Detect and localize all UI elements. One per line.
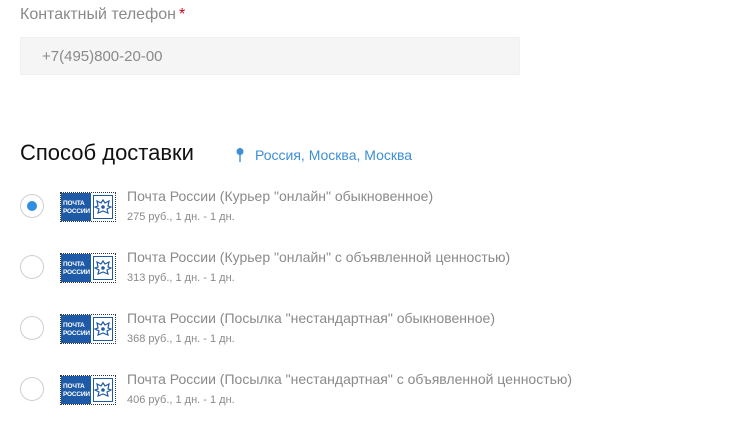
eagle-icon — [93, 195, 113, 219]
eagle-icon — [93, 317, 113, 341]
delivery-title: Способ доставки — [20, 140, 194, 165]
delivery-option[interactable]: ПОЧТА РОССИИ Почта России (Курьер "онлайн… — [20, 249, 720, 299]
delivery-option-radio[interactable] — [20, 316, 44, 340]
delivery-option-price: 275 руб., 1 дн. - 1 дн. — [127, 211, 235, 223]
delivery-option[interactable]: ПОЧТА РОССИИ Почта России (Посылка "неста… — [20, 371, 720, 421]
delivery-option[interactable]: ПОЧТА РОССИИ Почта России (Курьер "онлайн… — [20, 188, 720, 238]
delivery-option-name: Почта России (Посылка "нестандартная" об… — [127, 310, 495, 326]
logo-text: ПОЧТА РОССИИ — [61, 193, 91, 221]
delivery-option[interactable]: ПОЧТА РОССИИ Почта России (Посылка "неста… — [20, 310, 720, 360]
pochta-rossii-logo: ПОЧТА РОССИИ — [60, 253, 116, 283]
logo-text: ПОЧТА РОССИИ — [61, 254, 91, 282]
phone-label-text: Контактный телефон — [20, 6, 176, 23]
map-pin-icon — [236, 148, 244, 162]
pochta-rossii-logo: ПОЧТА РОССИИ — [60, 375, 116, 405]
pochta-rossii-logo: ПОЧТА РОССИИ — [60, 314, 116, 344]
delivery-option-price: 313 руб., 1 дн. - 1 дн. — [127, 272, 235, 284]
eagle-icon — [93, 378, 113, 402]
phone-label: Контактный телефон * — [20, 6, 185, 24]
delivery-option-radio[interactable] — [20, 377, 44, 401]
logo-text: ПОЧТА РОССИИ — [61, 315, 91, 343]
delivery-option-name: Почта России (Курьер "онлайн" обыкновенн… — [127, 188, 434, 204]
delivery-option-price: 368 руб., 1 дн. - 1 дн. — [127, 333, 235, 345]
phone-input[interactable] — [20, 37, 520, 75]
pochta-rossii-logo: ПОЧТА РОССИИ — [60, 192, 116, 222]
logo-text: ПОЧТА РОССИИ — [61, 376, 91, 404]
delivery-option-price: 406 руб., 1 дн. - 1 дн. — [127, 394, 235, 406]
required-mark: * — [178, 6, 186, 23]
delivery-option-name: Почта России (Курьер "онлайн" с объявлен… — [127, 249, 511, 265]
delivery-option-name: Почта России (Посылка "нестандартная" с … — [127, 371, 573, 387]
delivery-option-radio[interactable] — [20, 255, 44, 279]
location-link[interactable]: Россия, Москва, Москва — [235, 147, 412, 163]
eagle-icon — [93, 256, 113, 280]
location-text: Россия, Москва, Москва — [255, 147, 413, 163]
delivery-option-radio[interactable] — [20, 194, 44, 218]
